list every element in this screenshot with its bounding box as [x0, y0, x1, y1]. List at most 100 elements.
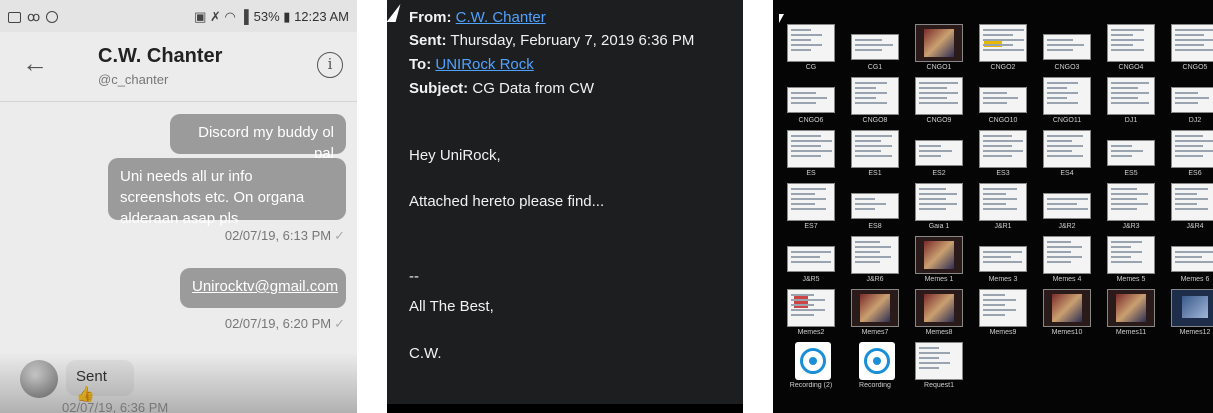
file-item[interactable]: CNGO5 — [1165, 24, 1213, 78]
file-item[interactable]: CNGO1 — [909, 24, 969, 78]
image-icon — [8, 11, 21, 23]
message-bubble-incoming[interactable]: Sent 👍 — [66, 360, 134, 403]
file-item[interactable]: Memes11 — [1101, 289, 1161, 343]
file-thumbnail — [1043, 77, 1091, 115]
file-name: Memes7 — [861, 329, 889, 336]
file-item[interactable]: ES5 — [1101, 130, 1161, 184]
file-item[interactable]: CNGO2 — [973, 24, 1033, 78]
file-name: Memes2 — [797, 329, 825, 336]
file-item[interactable]: J&R5 — [781, 236, 841, 290]
divider — [387, 404, 743, 413]
file-name: CNGO6 — [798, 117, 824, 124]
file-thumbnail — [915, 236, 963, 274]
file-item[interactable]: Memes8 — [909, 289, 969, 343]
status-icons: ▣ ✗ ◠ ▐ — [194, 9, 249, 24]
message-timestamp: 02/07/19, 6:20 PM ✓ — [224, 316, 345, 331]
avatar[interactable] — [20, 360, 58, 398]
file-name: Memes 4 — [1052, 276, 1082, 283]
message-bubble-outgoing[interactable]: Uni needs all ur info screenshots etc. O… — [108, 158, 346, 227]
file-name: ES1 — [868, 170, 882, 177]
file-item[interactable]: CNGO3 — [1037, 24, 1097, 78]
file-item[interactable]: Gaia 1 — [909, 183, 969, 237]
file-name: Memes 5 — [1116, 276, 1146, 283]
file-thumbnail — [979, 24, 1027, 62]
email-from: From: C.W. Chanter — [409, 9, 546, 26]
file-thumbnail — [915, 140, 963, 166]
file-thumbnail — [915, 183, 963, 221]
file-item[interactable]: DJ2 — [1165, 77, 1213, 131]
file-item[interactable]: Memes2 — [781, 289, 841, 343]
file-item[interactable]: CNGO4 — [1101, 24, 1161, 78]
file-item[interactable]: CNGO10 — [973, 77, 1033, 131]
email-subject: Subject: CG Data from CW — [409, 80, 595, 97]
file-item[interactable]: ES4 — [1037, 130, 1097, 184]
file-item[interactable]: ES7 — [781, 183, 841, 237]
message-bubble-outgoing[interactable]: Discord my buddy ol pal — [170, 114, 346, 162]
file-item[interactable]: Memes7 — [845, 289, 905, 343]
to-link[interactable]: UNIRock Rock — [435, 56, 533, 73]
file-item[interactable]: Memes 5 — [1101, 236, 1161, 290]
file-name: J&R4 — [1186, 223, 1204, 230]
message-bubble-outgoing[interactable]: Unirocktv@gmail.com — [180, 268, 346, 308]
file-name: Memes12 — [1179, 329, 1211, 336]
file-name: J&R6 — [866, 276, 884, 283]
audio-file-icon — [795, 342, 831, 380]
file-item[interactable]: J&R3 — [1101, 183, 1161, 237]
file-item[interactable]: Memes 3 — [973, 236, 1033, 290]
file-item[interactable]: CNGO6 — [781, 77, 841, 131]
file-item[interactable]: Memes9 — [973, 289, 1033, 343]
file-item[interactable]: ES — [781, 130, 841, 184]
file-item[interactable]: J&R1 — [973, 183, 1033, 237]
file-item[interactable]: CG1 — [845, 24, 905, 78]
file-explorer: CG CG1 CNGO1 CNGO2 CNGO3 CNGO4 CNGO5 CNGO6 CNGO8… — [773, 0, 1213, 413]
file-name: CG — [805, 64, 817, 71]
email-link[interactable]: Unirocktv@gmail.com — [192, 278, 338, 295]
file-item[interactable]: J&R6 — [845, 236, 905, 290]
file-item[interactable]: J&R2 — [1037, 183, 1097, 237]
file-item[interactable]: Memes 4 — [1037, 236, 1097, 290]
file-item[interactable]: CG — [781, 24, 841, 78]
email-screenshot: From: C.W. Chanter Sent: Thursday, Febru… — [387, 0, 743, 413]
file-item[interactable]: ES3 — [973, 130, 1033, 184]
file-item[interactable]: ES8 — [845, 183, 905, 237]
file-item[interactable]: DJ1 — [1101, 77, 1161, 131]
file-item[interactable]: CNGO9 — [909, 77, 969, 131]
file-thumbnail — [1043, 193, 1091, 219]
file-item[interactable]: Memes 6 — [1165, 236, 1213, 290]
file-name: DJ1 — [1124, 117, 1138, 124]
file-item[interactable]: CNGO11 — [1037, 77, 1097, 131]
file-thumbnail — [787, 130, 835, 168]
file-thumbnail — [787, 289, 835, 327]
file-item[interactable]: ES1 — [845, 130, 905, 184]
file-thumbnail — [1043, 34, 1091, 60]
info-icon[interactable]: i — [317, 52, 343, 78]
file-item[interactable]: Memes10 — [1037, 289, 1097, 343]
file-name: Memes 6 — [1180, 276, 1210, 283]
file-item[interactable]: J&R4 — [1165, 183, 1213, 237]
file-thumbnail — [787, 246, 835, 272]
file-item[interactable]: Recording (2) — [781, 342, 841, 396]
mouse-cursor-icon — [779, 14, 784, 23]
contact-name: C.W. Chanter — [98, 45, 223, 67]
file-item[interactable]: ES2 — [909, 130, 969, 184]
file-thumbnail — [979, 289, 1027, 327]
file-item[interactable]: CNGO8 — [845, 77, 905, 131]
file-thumbnail — [979, 246, 1027, 272]
file-item[interactable]: Request1 — [909, 342, 969, 396]
from-link[interactable]: C.W. Chanter — [456, 9, 546, 26]
file-name: CNGO3 — [1054, 64, 1080, 71]
file-item[interactable]: Recording — [845, 342, 905, 396]
file-item[interactable]: ES6 — [1165, 130, 1213, 184]
file-thumbnail — [787, 24, 835, 62]
cursor-icon — [387, 4, 401, 22]
file-name: Gaia 1 — [928, 223, 950, 230]
voicemail-icon: ꝏ — [27, 9, 41, 24]
file-thumbnail — [851, 193, 899, 219]
file-thumbnail — [1171, 87, 1213, 113]
file-thumbnail — [1171, 246, 1213, 272]
file-name: ES — [806, 170, 816, 177]
message-timestamp: 02/07/19, 6:36 PM — [62, 400, 169, 413]
file-item[interactable]: Memes12 — [1165, 289, 1213, 343]
file-item[interactable]: Memes 1 — [909, 236, 969, 290]
back-arrow-icon[interactable]: ← — [22, 48, 48, 79]
